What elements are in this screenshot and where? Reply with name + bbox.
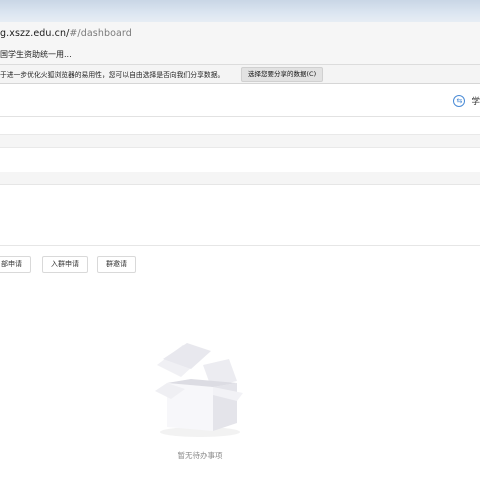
role-switch[interactable]: ⇆ 学 xyxy=(453,95,480,107)
bookmark-item[interactable]: 国学生资助统一用... xyxy=(0,49,72,60)
url-text[interactable]: g.xszz.edu.cn/#/dashboard xyxy=(0,28,132,39)
tab-internal-application[interactable]: 部申请 xyxy=(0,256,31,273)
section-gap xyxy=(0,172,480,184)
tab-group-invite[interactable]: 群邀请 xyxy=(97,256,136,273)
section-gap xyxy=(0,135,480,147)
summary-panel xyxy=(0,184,480,246)
window-title-strip xyxy=(0,0,480,22)
notification-bar: 于进一步优化火狐浏览器的易用性，您可以自由选择是否向我们分享数据。 选择您要分享… xyxy=(0,65,480,84)
switch-icon[interactable]: ⇆ xyxy=(453,95,466,107)
nav-strip xyxy=(0,117,480,135)
notification-message: 于进一步优化火狐浏览器的易用性，您可以自由选择是否向我们分享数据。 xyxy=(0,71,225,79)
url-host: g.xszz.edu.cn/ xyxy=(0,27,70,39)
tab-join-request[interactable]: 入群申请 xyxy=(42,256,88,273)
app-header: ⇆ 学 xyxy=(0,86,480,117)
toolbar-strip xyxy=(0,147,480,173)
empty-box-icon xyxy=(155,343,243,437)
empty-state-text: 暂无待办事项 xyxy=(177,451,223,460)
url-path: #/dashboard xyxy=(69,27,132,39)
share-data-button[interactable]: 选择您要分享的数据(C) xyxy=(241,67,324,82)
bookmarks-bar: 国学生资助统一用... xyxy=(0,44,480,65)
address-bar[interactable]: g.xszz.edu.cn/#/dashboard xyxy=(0,22,480,45)
role-label: 学 xyxy=(471,97,480,107)
